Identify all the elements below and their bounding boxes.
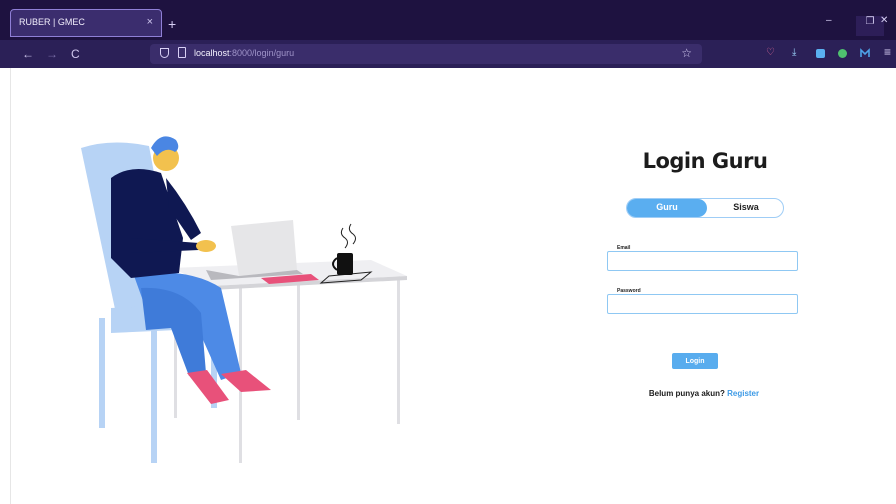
tab-guru[interactable]: Guru [627,202,707,212]
pocket-icon[interactable]: ♡ [766,47,775,58]
browser-window: RUBER | GMEC × + – ❐ ✕ ← → C localhost:8… [0,0,896,504]
reload-icon[interactable]: C [71,47,80,61]
email-input[interactable] [608,252,797,270]
register-prompt-text: Belum punya akun? [648,389,725,398]
tab-siswa[interactable]: Siswa [707,202,785,212]
password-field[interactable]: Password [607,288,798,314]
new-tab-icon[interactable]: + [168,16,176,32]
person-at-laptop-illustration [81,136,407,463]
bookmark-star-icon[interactable]: ☆ [681,46,692,60]
tab-bar: RUBER | GMEC × + – ❐ ✕ [0,0,896,40]
address-bar[interactable]: localhost:8000/login/guru ☆ [150,44,702,64]
tab-title: RUBER | GMEC [19,17,85,27]
back-icon[interactable]: ← [22,47,34,61]
navigation-bar: ← → C localhost:8000/login/guru ☆ ♡ ⤓ ≡ [0,40,896,68]
password-input[interactable] [608,295,797,313]
page-content: Login Guru [10,68,896,504]
email-field[interactable]: Email [607,245,798,271]
extension-blue-icon[interactable] [816,49,825,58]
page-info-icon[interactable] [178,47,186,58]
page-title: Login Guru [642,149,768,173]
extension-green-icon[interactable] [838,49,847,58]
forward-icon[interactable]: → [46,47,58,61]
tab-ruber-gmec[interactable]: RUBER | GMEC × [10,9,162,37]
menu-icon[interactable]: ≡ [884,45,891,59]
register-link[interactable]: Register [727,389,759,398]
close-window-icon[interactable]: ✕ [880,15,888,26]
minimize-icon[interactable]: – [826,15,832,26]
login-button[interactable]: Login [672,353,718,369]
password-label: Password [614,288,644,294]
url-host: localhost [194,48,230,58]
url-path: :8000/login/guru [229,48,295,58]
extension-m-icon[interactable] [860,48,870,58]
register-prompt: Belum punya akun? Register [604,389,804,398]
url-text[interactable]: localhost:8000/login/guru [194,48,294,58]
email-label: Email [614,245,634,251]
close-tab-icon[interactable]: × [147,16,153,28]
role-toggle: Guru Siswa [626,198,784,218]
shield-icon[interactable] [160,48,169,58]
download-icon[interactable]: ⤓ [792,47,796,58]
